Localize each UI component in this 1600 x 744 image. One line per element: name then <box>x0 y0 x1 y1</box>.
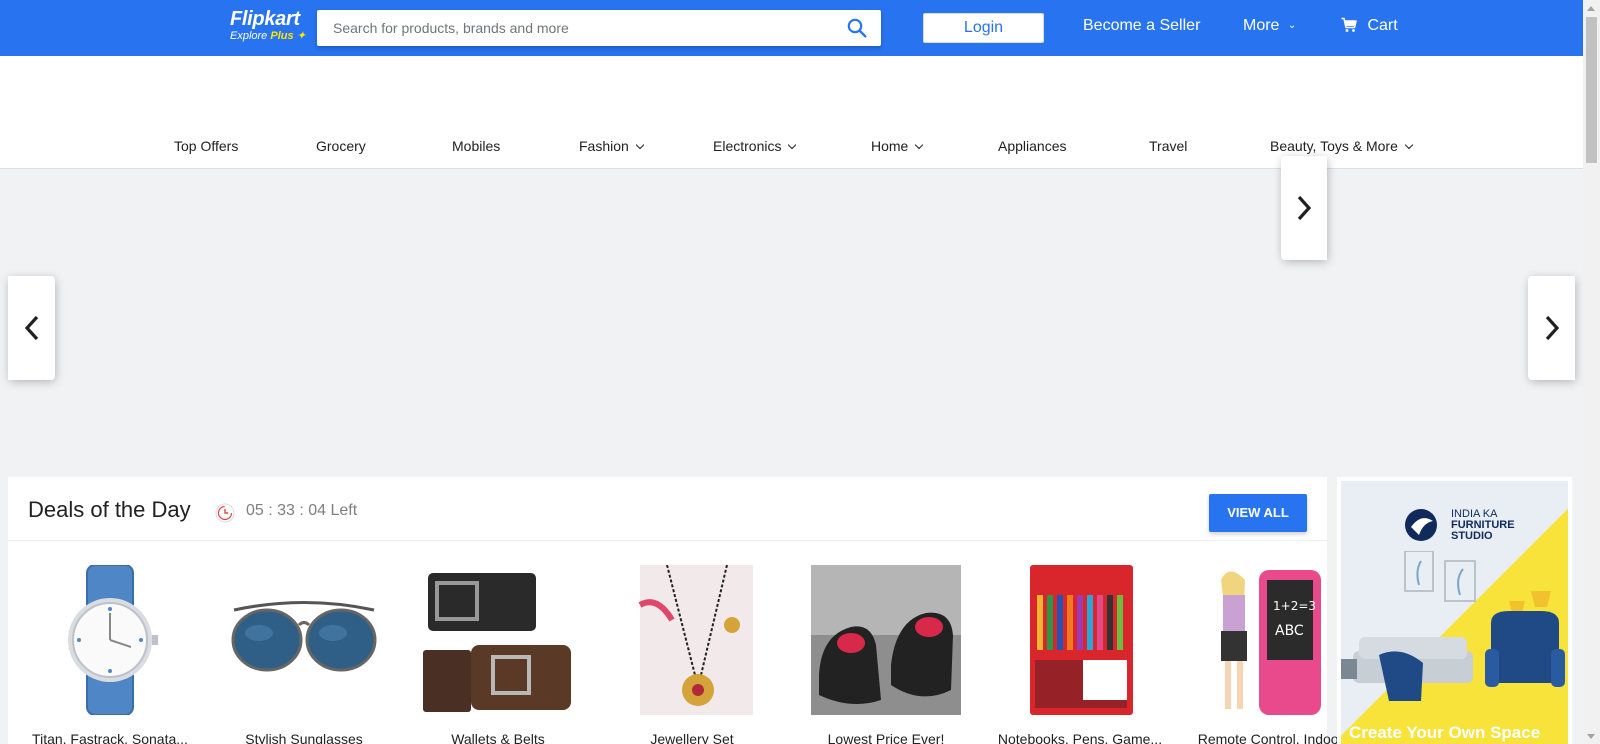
chevron-down-icon <box>635 140 645 150</box>
ad-image: INDIA KA FURNITURE STUDIO Create Your Ow… <box>1341 481 1568 744</box>
cart-label: Cart <box>1367 17 1398 34</box>
carousel-prev-button[interactable] <box>8 276 55 380</box>
deal-label: Wallets & Belts <box>451 731 545 744</box>
sunglasses-image <box>231 601 377 672</box>
cart-icon <box>1341 17 1357 32</box>
deals-header: Deals of the Day 05 : 33 : 04 Left VIEW … <box>8 477 1327 541</box>
furniture-studio-logo <box>1405 509 1437 541</box>
login-button[interactable]: Login <box>923 13 1044 43</box>
search-bar <box>317 10 881 46</box>
jewellery-image <box>638 565 753 715</box>
category-travel[interactable]: Travel <box>1149 138 1187 154</box>
chevron-right-icon <box>1297 195 1312 221</box>
category-label: Home <box>871 138 909 154</box>
deal-card[interactable]: Wallets & Belts <box>400 565 580 744</box>
deals-title: Deals of the Day <box>28 497 191 522</box>
banner-carousel <box>8 169 1575 467</box>
deal-card[interactable]: 1+2=3 ABC Remote Control, Indoo... <box>1176 565 1356 744</box>
deal-label: Stylish Sunglasses <box>245 731 363 744</box>
category-grocery[interactable]: Grocery <box>316 138 366 154</box>
deal-timer: 05 : 33 : 04 Left <box>246 502 358 519</box>
flipkart-logo[interactable]: Flipkart Explore Plus ✦ <box>230 8 306 42</box>
category-fashion[interactable]: Fashion <box>579 138 645 154</box>
logo-name: Flipkart <box>230 8 300 30</box>
timer-icon <box>215 503 235 523</box>
category-appliances[interactable]: Appliances <box>998 138 1067 154</box>
category-home[interactable]: Home <box>871 138 924 154</box>
scroll-down-arrow-icon[interactable] <box>1587 734 1595 739</box>
scroll-up-arrow-icon[interactable] <box>1587 6 1595 11</box>
logo-plus: Plus <box>270 30 294 42</box>
category-electronics[interactable]: Electronics <box>713 138 797 154</box>
ad-brand-text: INDIA KA FURNITURE STUDIO <box>1451 509 1515 542</box>
deal-label: Jewellery Set <box>650 731 734 744</box>
ad-brand-line3: STUDIO <box>1451 530 1493 542</box>
deal-card[interactable]: Stylish Sunglasses <box>206 565 386 744</box>
deals-of-the-day: Deals of the Day 05 : 33 : 04 Left VIEW … <box>8 477 1350 744</box>
chevron-right-icon <box>1545 315 1559 341</box>
logo-tagline: Explore Plus ✦ <box>230 30 306 42</box>
category-label: Top Offers <box>174 138 239 154</box>
category-label: Grocery <box>316 138 366 154</box>
chevron-down-icon <box>1404 140 1414 150</box>
view-all-button[interactable]: VIEW ALL <box>1209 494 1307 532</box>
shoes-image <box>811 565 961 715</box>
chevron-left-icon <box>24 315 38 341</box>
carousel-next-button[interactable] <box>1528 276 1575 380</box>
deals-next-button[interactable] <box>1281 156 1327 260</box>
chevron-down-icon <box>915 140 924 150</box>
category-label: Mobiles <box>452 138 501 154</box>
ad-furniture-illustration <box>1341 551 1565 701</box>
furniture-ad-banner[interactable]: INDIA KA FURNITURE STUDIO Create Your Ow… <box>1337 477 1572 744</box>
wallet-belt-image <box>423 573 571 712</box>
category-mobiles[interactable]: Mobiles <box>452 138 500 154</box>
become-seller-link[interactable]: Become a Seller <box>1083 17 1200 35</box>
category-beauty-toys-more[interactable]: Beauty, Toys & More <box>1270 138 1414 154</box>
deal-label: Notebooks, Pens, Game... <box>997 731 1163 744</box>
category-label: Electronics <box>713 138 782 154</box>
category-top-offers[interactable]: Top Offers <box>174 138 238 154</box>
pens-image <box>1030 565 1133 715</box>
deal-card[interactable]: Lowest Price Ever! <box>788 565 968 744</box>
category-label: Fashion <box>579 138 629 154</box>
plus-icon: ✦ <box>296 30 306 42</box>
category-label: Beauty, Toys & More <box>1270 138 1398 154</box>
more-menu[interactable]: More ⌄ <box>1243 17 1296 35</box>
page-scrollbar[interactable] <box>1583 0 1600 744</box>
toys-image: 1+2=3 ABC <box>1221 570 1321 715</box>
search-input[interactable] <box>317 10 827 46</box>
deal-label: Lowest Price Ever! <box>827 731 945 744</box>
deal-card[interactable]: Jewellery Set <box>594 565 774 744</box>
deal-label: Titan, Fastrack, Sonata... <box>32 731 188 744</box>
logo-explore: Explore <box>230 30 268 42</box>
svg-text:1+2=3: 1+2=3 <box>1273 599 1316 613</box>
chevron-down-icon: ⌄ <box>1287 20 1297 31</box>
category-nav: Top Offers Grocery Mobiles Fashion Elect… <box>0 56 1583 169</box>
category-label: Appliances <box>998 138 1067 154</box>
search-icon[interactable] <box>847 18 867 38</box>
top-header: Flipkart Explore Plus ✦ Login Become a S… <box>0 0 1583 56</box>
deal-card[interactable]: Notebooks, Pens, Game... <box>982 565 1162 744</box>
category-label: Travel <box>1149 138 1188 154</box>
cart-link[interactable]: Cart <box>1341 17 1398 35</box>
svg-text:ABC: ABC <box>1275 623 1304 639</box>
more-label: More <box>1243 17 1280 34</box>
deal-card[interactable]: Titan, Fastrack, Sonata... <box>12 565 192 744</box>
chevron-down-icon <box>788 140 797 150</box>
watch-image <box>68 565 158 715</box>
ad-cta-text: Create Your Own Space <box>1349 723 1541 742</box>
scrollbar-thumb[interactable] <box>1586 17 1597 163</box>
